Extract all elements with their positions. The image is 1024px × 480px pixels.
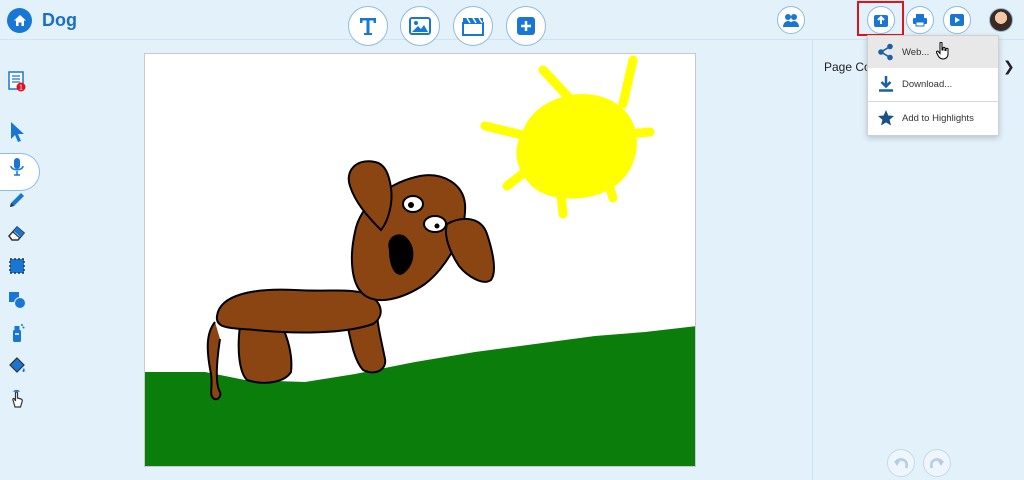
add-to-highlights-item[interactable]: Add to Highlights xyxy=(868,102,998,134)
page-color-label: Page Col xyxy=(824,60,874,74)
fill-tool[interactable] xyxy=(6,355,28,377)
shapes-tool[interactable] xyxy=(6,289,28,311)
add-page-button[interactable] xyxy=(506,6,546,46)
eraser-icon xyxy=(8,225,26,241)
add-icon xyxy=(517,17,535,35)
people-icon xyxy=(783,14,799,27)
microphone-icon xyxy=(10,158,24,176)
pencil-tool[interactable] xyxy=(6,189,28,211)
image-tool-button[interactable] xyxy=(400,6,440,46)
download-icon xyxy=(876,75,896,93)
add-to-highlights-label: Add to Highlights xyxy=(902,112,974,124)
printer-icon xyxy=(913,14,927,27)
collaborate-button[interactable] xyxy=(777,6,805,34)
undo-icon xyxy=(894,458,908,469)
text-tool-button[interactable] xyxy=(348,6,388,46)
pages-icon: 1 xyxy=(8,71,26,92)
left-toolbar: 1 xyxy=(0,40,40,480)
download-label: Download... xyxy=(902,78,953,90)
redo-icon xyxy=(930,458,944,469)
video-tool-button[interactable] xyxy=(453,6,493,46)
hand-cursor-icon xyxy=(935,41,950,65)
marquee-select-tool[interactable] xyxy=(6,255,28,277)
redo-button[interactable] xyxy=(923,449,951,477)
svg-text:1: 1 xyxy=(19,85,23,92)
chevron-right-icon[interactable]: ❯ xyxy=(1003,58,1015,75)
home-button[interactable] xyxy=(7,8,32,33)
microphone-tool[interactable] xyxy=(6,156,28,178)
share-web-item[interactable]: Web... xyxy=(868,36,998,68)
undo-button[interactable] xyxy=(887,449,915,477)
share-button-highlight xyxy=(857,1,904,36)
print-button[interactable] xyxy=(906,6,934,34)
share-icon xyxy=(876,43,896,61)
share-web-label: Web... xyxy=(902,46,930,58)
share-menu: Web... Download... Add to Highlights xyxy=(867,35,999,136)
image-icon xyxy=(409,17,431,35)
pages-tool[interactable]: 1 xyxy=(6,71,28,93)
download-item[interactable]: Download... xyxy=(868,68,998,100)
project-title: Dog xyxy=(42,10,77,30)
user-avatar[interactable] xyxy=(989,8,1013,32)
marquee-icon xyxy=(9,258,25,274)
text-icon xyxy=(360,18,376,35)
play-icon xyxy=(950,14,964,26)
dog-drawing xyxy=(145,55,695,466)
paint-bucket-icon xyxy=(9,357,25,373)
pointer-icon xyxy=(11,122,24,142)
shapes-icon xyxy=(9,292,26,309)
top-bar: Dog xyxy=(0,0,1024,46)
pencil-icon xyxy=(10,193,24,207)
stamp-tool[interactable] xyxy=(6,322,28,344)
clapperboard-icon xyxy=(462,17,484,36)
play-button[interactable] xyxy=(943,6,971,34)
star-icon xyxy=(876,109,896,127)
select-tool[interactable] xyxy=(6,121,28,143)
eraser-tool[interactable] xyxy=(6,222,28,244)
spray-icon xyxy=(13,324,25,342)
home-icon xyxy=(13,14,26,26)
hand-touch-icon xyxy=(12,389,23,408)
touch-tool[interactable] xyxy=(6,388,28,410)
drawing-canvas[interactable] xyxy=(144,53,696,467)
